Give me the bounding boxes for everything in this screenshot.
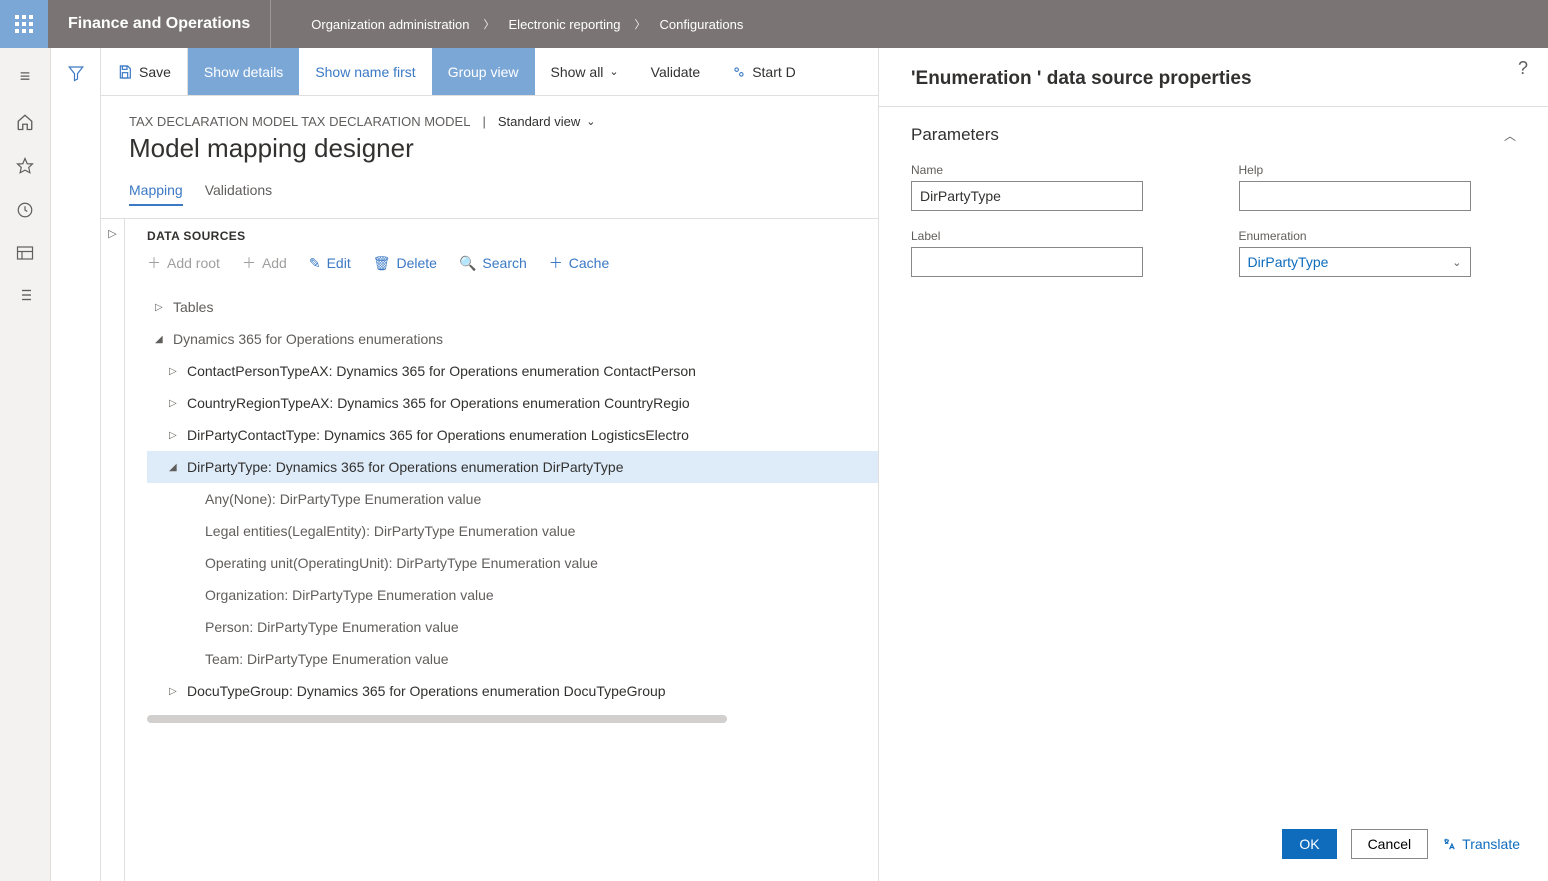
data-sources-area: ▷ DATA SOURCES ＋Add root ＋Add ✎Edit 🗑Del… xyxy=(101,218,878,881)
plus-icon: ＋ xyxy=(549,253,563,273)
breadcrumb-item[interactable]: Electronic reporting xyxy=(509,17,621,32)
left-nav-rail: ≡ xyxy=(0,48,51,881)
tree-leaf[interactable]: Any(None): DirPartyType Enumeration valu… xyxy=(147,483,878,515)
translate-link[interactable]: Translate xyxy=(1442,836,1520,852)
tree-node[interactable]: ▷DocuTypeGroup: Dynamics 365 for Operati… xyxy=(147,675,878,707)
filter-icon[interactable] xyxy=(67,64,85,881)
data-sources-tree: ▷Tables ◢Dynamics 365 for Operations enu… xyxy=(147,291,878,723)
tree-leaf[interactable]: Team: DirPartyType Enumeration value xyxy=(147,643,878,675)
help-input[interactable] xyxy=(1239,181,1471,211)
plus-icon: ＋ xyxy=(242,253,256,273)
app-title: Finance and Operations xyxy=(48,0,271,48)
tree-leaf[interactable]: Legal entities(LegalEntity): DirPartyTyp… xyxy=(147,515,878,547)
save-button[interactable]: Save xyxy=(101,48,187,95)
translate-icon xyxy=(1442,837,1456,851)
collapse-icon: ◢ xyxy=(169,462,179,473)
show-all-button[interactable]: Show all ⌄ xyxy=(535,48,635,95)
search-button[interactable]: 🔍Search xyxy=(459,253,527,273)
expand-icon: ▷ xyxy=(169,366,179,377)
waffle-icon xyxy=(15,15,33,33)
tree-node[interactable]: ▷DirPartyContactType: Dynamics 365 for O… xyxy=(147,419,878,451)
tab-validations[interactable]: Validations xyxy=(205,182,272,206)
trash-icon: 🗑 xyxy=(373,255,391,272)
pencil-icon: ✎ xyxy=(309,255,321,272)
data-sources-title: DATA SOURCES xyxy=(147,229,878,243)
filter-column xyxy=(51,48,101,881)
label-input[interactable] xyxy=(911,247,1143,277)
cache-button[interactable]: ＋Cache xyxy=(549,253,609,273)
add-button[interactable]: ＋Add xyxy=(242,253,287,273)
show-details-button[interactable]: Show details xyxy=(188,48,299,95)
chevron-down-icon: ⌄ xyxy=(609,65,618,78)
add-root-button[interactable]: ＋Add root xyxy=(147,253,220,273)
name-input[interactable] xyxy=(911,181,1143,211)
scrollbar[interactable] xyxy=(147,715,727,723)
menu-icon[interactable]: ≡ xyxy=(20,66,31,87)
main-content: Save Show details Show name first Group … xyxy=(101,48,878,881)
tree-leaf[interactable]: Organization: DirPartyType Enumeration v… xyxy=(147,579,878,611)
name-field: Name xyxy=(911,163,1189,211)
data-sources-toolbar: ＋Add root ＋Add ✎Edit 🗑Delete 🔍Search ＋Ca… xyxy=(147,253,878,273)
help-field: Help xyxy=(1239,163,1517,211)
breadcrumb: Organization administration 〉 Electronic… xyxy=(271,16,743,32)
module-icon[interactable] xyxy=(16,245,34,261)
expand-icon: ▷ xyxy=(169,398,179,409)
home-icon[interactable] xyxy=(16,113,34,131)
breadcrumb-item[interactable]: Organization administration xyxy=(311,17,469,32)
recent-icon[interactable] xyxy=(16,201,34,219)
start-button[interactable]: Start D xyxy=(716,48,812,95)
chevron-right-icon: 〉 xyxy=(484,16,495,32)
tab-mapping[interactable]: Mapping xyxy=(129,182,183,206)
save-icon xyxy=(117,64,133,80)
chevron-down-icon: ⌄ xyxy=(586,115,595,128)
cancel-button[interactable]: Cancel xyxy=(1351,829,1429,859)
tree-leaf[interactable]: Person: DirPartyType Enumeration value xyxy=(147,611,878,643)
enumeration-select[interactable]: DirPartyType ⌄ xyxy=(1239,247,1471,277)
view-selector[interactable]: Standard view ⌄ xyxy=(498,114,596,129)
label-field: Label xyxy=(911,229,1189,277)
gear-icon xyxy=(732,65,746,79)
collapse-handle[interactable]: ▷ xyxy=(101,218,125,881)
search-icon: 🔍 xyxy=(459,255,476,272)
star-icon[interactable] xyxy=(16,157,34,175)
plus-icon: ＋ xyxy=(147,253,161,273)
page-tabs: Mapping Validations xyxy=(129,182,850,206)
tree-node[interactable]: ◢Dynamics 365 for Operations enumeration… xyxy=(147,323,878,355)
tree-node-selected[interactable]: ◢DirPartyType: Dynamics 365 for Operatio… xyxy=(147,451,878,483)
show-name-first-button[interactable]: Show name first xyxy=(299,48,431,95)
tree-leaf[interactable]: Operating unit(OperatingUnit): DirPartyT… xyxy=(147,547,878,579)
tree-node[interactable]: ▷CountryRegionTypeAX: Dynamics 365 for O… xyxy=(147,387,878,419)
delete-button[interactable]: 🗑Delete xyxy=(373,253,437,273)
expand-icon: ▷ xyxy=(169,430,179,441)
page-header: TAX DECLARATION MODEL TAX DECLARATION MO… xyxy=(101,96,878,206)
ok-button[interactable]: OK xyxy=(1282,829,1336,859)
app-launcher[interactable] xyxy=(0,0,48,48)
app-header: Finance and Operations Organization admi… xyxy=(0,0,1548,48)
panel-section-header[interactable]: Parameters ︿ xyxy=(911,125,1516,145)
chevron-down-icon: ⌄ xyxy=(1452,256,1461,269)
panel-title: 'Enumeration ' data source properties xyxy=(911,68,1516,90)
tree-node[interactable]: ▷ContactPersonTypeAX: Dynamics 365 for O… xyxy=(147,355,878,387)
page-title: Model mapping designer xyxy=(129,133,850,164)
breadcrumb-item[interactable]: Configurations xyxy=(660,17,744,32)
validate-button[interactable]: Validate xyxy=(635,48,717,95)
tree-node[interactable]: ▷Tables xyxy=(147,291,878,323)
properties-panel: 'Enumeration ' data source properties Pa… xyxy=(878,48,1548,881)
group-view-button[interactable]: Group view xyxy=(432,48,535,95)
help-icon[interactable]: ? xyxy=(1518,58,1528,79)
expand-icon: ▷ xyxy=(155,302,165,313)
enumeration-field: Enumeration DirPartyType ⌄ xyxy=(1239,229,1517,277)
collapse-icon: ◢ xyxy=(155,334,165,345)
model-path-text: TAX DECLARATION MODEL TAX DECLARATION MO… xyxy=(129,114,470,129)
edit-button[interactable]: ✎Edit xyxy=(309,253,351,273)
chevron-right-icon: 〉 xyxy=(635,16,646,32)
expand-icon: ▷ xyxy=(169,686,179,697)
list-icon[interactable] xyxy=(16,287,34,303)
chevron-up-icon: ︿ xyxy=(1504,127,1516,144)
action-toolbar: Save Show details Show name first Group … xyxy=(101,48,878,96)
